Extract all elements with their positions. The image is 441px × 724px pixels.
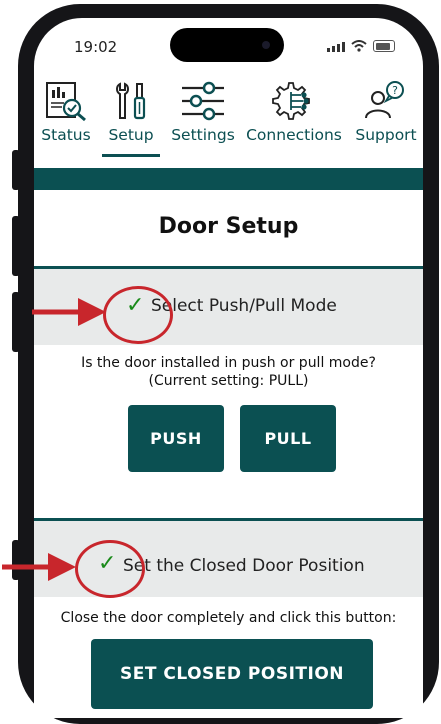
nav-item-settings[interactable]: Settings: [170, 80, 236, 144]
nav-label-connections: Connections: [246, 126, 342, 144]
dynamic-island: [170, 28, 284, 62]
push-button[interactable]: PUSH: [128, 405, 224, 472]
annotation-arrow-icon: [32, 298, 106, 326]
nav-label-status: Status: [41, 126, 91, 144]
top-navigation: Status Setup Settings Connections ? Supp…: [34, 80, 423, 170]
push-pull-description: Is the door installed in push or pull mo…: [34, 354, 423, 390]
nav-label-settings: Settings: [171, 126, 235, 144]
push-pull-question: Is the door installed in push or pull mo…: [81, 355, 376, 371]
status-time: 19:02: [74, 38, 118, 56]
section-closed-position-heading: Set the Closed Door Position: [123, 556, 365, 576]
nav-item-connections[interactable]: Connections: [246, 80, 342, 144]
status-bar: 19:02: [34, 18, 423, 76]
annotation-circle: [75, 540, 145, 598]
system-icons: [327, 40, 395, 52]
nav-item-status[interactable]: Status: [40, 80, 92, 144]
closed-position-description: Close the door completely and click this…: [60, 610, 397, 626]
header-band: [34, 168, 423, 190]
annotation-circle: [103, 286, 173, 344]
nav-label-setup: Setup: [108, 126, 154, 144]
nav-label-support: Support: [355, 126, 417, 144]
signal-icon: [327, 41, 345, 52]
sliders-icon: [182, 81, 224, 121]
battery-icon: [373, 40, 395, 52]
nav-item-support[interactable]: ? Support: [354, 80, 418, 144]
section-push-pull-heading: Select Push/Pull Mode: [151, 296, 337, 316]
tools-icon: [116, 82, 146, 120]
nav-item-setup[interactable]: Setup: [104, 80, 158, 144]
svg-text:?: ?: [392, 84, 398, 97]
annotation-arrow-icon: [2, 553, 76, 581]
push-pull-current-setting: (Current setting: PULL): [148, 373, 309, 389]
wifi-icon: [351, 40, 367, 52]
active-tab-indicator: [102, 154, 160, 157]
status-report-icon: [46, 82, 86, 122]
support-person-icon: ?: [365, 81, 404, 119]
pull-button[interactable]: PULL: [240, 405, 336, 472]
page-title: Door Setup: [158, 214, 299, 239]
gear-network-icon: [272, 82, 310, 120]
phone-screen: 19:02 Status Setup Settings Connections …: [34, 18, 423, 718]
set-closed-position-button[interactable]: SET CLOSED POSITION: [91, 639, 373, 709]
